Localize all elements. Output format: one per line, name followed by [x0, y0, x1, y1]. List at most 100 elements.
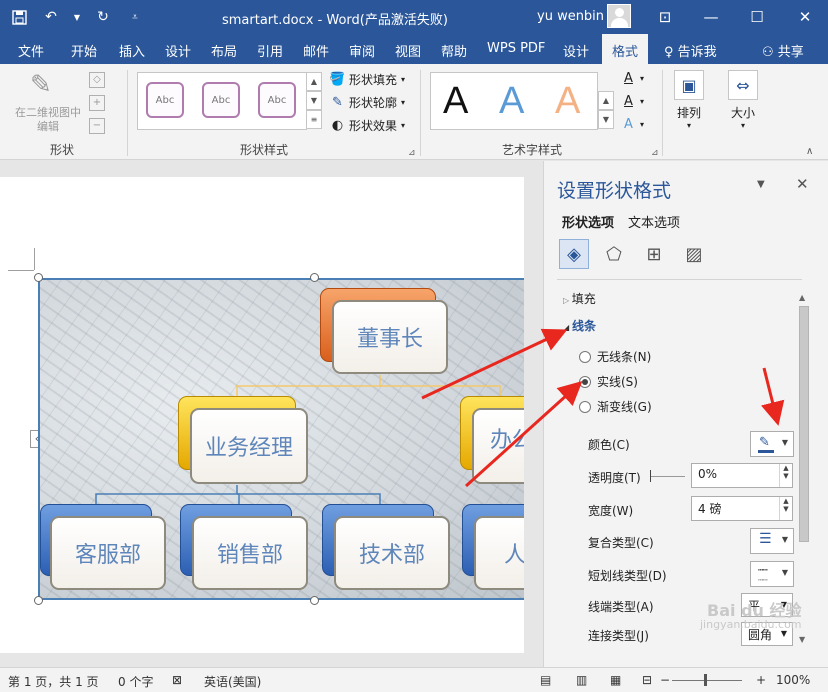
tab-insert[interactable]: 插入: [119, 41, 145, 60]
text-outline-button[interactable]: A ▾: [621, 94, 644, 109]
pane-close-icon[interactable]: ✕: [796, 175, 809, 193]
tab-home[interactable]: 开始: [71, 41, 97, 60]
arrange-button[interactable]: ▣ 排列 ▾: [673, 70, 705, 130]
radio-gradient-line[interactable]: 渐变线(G): [579, 398, 652, 415]
shape-fill-button[interactable]: 🪣 形状填充 ▾: [329, 71, 405, 88]
picture-icon[interactable]: ▨: [679, 239, 709, 269]
zoom-slider-thumb[interactable]: [704, 674, 707, 686]
radio-solid-line[interactable]: 实线(S): [579, 373, 638, 390]
tab-references[interactable]: 引用: [257, 41, 283, 60]
node-office[interactable]: 办公: [472, 408, 524, 484]
undo-icon[interactable]: ↶: [40, 6, 62, 28]
node-chairman[interactable]: 董事长: [332, 300, 448, 374]
tab-file[interactable]: 文件: [18, 41, 44, 60]
tab-review[interactable]: 审阅: [349, 41, 375, 60]
node-technology[interactable]: 技术部: [334, 516, 450, 590]
node-business-manager[interactable]: 业务经理: [190, 408, 308, 484]
radio-no-line[interactable]: 无线条(N): [579, 348, 651, 365]
tell-me[interactable]: ♀ 告诉我: [664, 41, 717, 60]
wordart-style-black[interactable]: A: [443, 78, 468, 124]
compound-type-label: 复合类型(C): [588, 536, 654, 550]
tab-mailings[interactable]: 邮件: [303, 41, 329, 60]
gallery-scroll-down[interactable]: ▼: [306, 91, 322, 110]
page-count[interactable]: 第 1 页，共 1 页: [8, 673, 99, 690]
user-name[interactable]: yu wenbin: [537, 9, 604, 24]
resize-handle[interactable]: [34, 273, 43, 282]
pane-options-icon[interactable]: ▼: [757, 179, 765, 190]
read-mode-icon[interactable]: ▥: [576, 673, 587, 687]
close-window-icon[interactable]: ✕: [782, 0, 828, 34]
language[interactable]: 英语(美国): [204, 673, 261, 690]
shape-styles-launcher-icon[interactable]: ⊿: [408, 148, 416, 158]
shape-style-1[interactable]: Abc: [146, 82, 184, 118]
share-button[interactable]: ⚇ 共享: [762, 41, 804, 60]
zoom-slider[interactable]: [672, 680, 742, 681]
shape-outline-button[interactable]: ✎ 形状轮廓 ▾: [330, 94, 405, 111]
shape-effects-button[interactable]: ◐ 形状效果 ▾: [330, 117, 405, 134]
size-button[interactable]: ⇔ 大小 ▾: [727, 70, 759, 130]
redo-icon[interactable]: ↻: [92, 6, 114, 28]
pane-scrollbar[interactable]: ▲ ▼: [796, 291, 812, 649]
wordart-style-blue[interactable]: A: [499, 78, 524, 124]
resize-handle[interactable]: [310, 273, 319, 282]
tab-wps-pdf[interactable]: WPS PDF: [487, 41, 545, 56]
outline-color-button[interactable]: ✎ ▼: [750, 431, 794, 457]
tell-me-label: 告诉我: [677, 45, 717, 60]
node-customer-service[interactable]: 客服部: [50, 516, 166, 590]
tab-text-options[interactable]: 文本选项: [628, 212, 680, 231]
spinner-icon[interactable]: ▲ ▼: [779, 464, 792, 487]
transparency-slider[interactable]: [651, 476, 685, 477]
proofing-icon[interactable]: ⊠: [172, 673, 182, 687]
tab-view[interactable]: 视图: [395, 41, 421, 60]
transparency-input[interactable]: 0% ▲ ▼: [691, 463, 793, 488]
zoom-out-icon[interactable]: −: [660, 673, 670, 687]
section-line[interactable]: ◢ 线条: [563, 317, 596, 334]
zoom-level[interactable]: 100%: [776, 673, 810, 687]
save-icon[interactable]: [8, 6, 30, 28]
scroll-down-icon[interactable]: ▼: [799, 635, 805, 644]
tab-help[interactable]: 帮助: [441, 41, 467, 60]
smartart-graphic[interactable]: 董事长 业务经理 办公 客服部 销售部 技术部 人: [38, 278, 524, 600]
spinner-icon[interactable]: ▲ ▼: [779, 497, 792, 520]
shape-style-3[interactable]: Abc: [258, 82, 296, 118]
focus-mode-icon[interactable]: ▤: [540, 673, 551, 687]
width-input[interactable]: 4 磅 ▲ ▼: [691, 496, 793, 521]
effects-pentagon-icon[interactable]: ⬠: [599, 239, 629, 269]
tab-layout[interactable]: 布局: [211, 41, 237, 60]
print-layout-icon[interactable]: ▦: [610, 673, 621, 687]
maximize-icon[interactable]: ☐: [734, 0, 780, 34]
shape-style-2[interactable]: Abc: [202, 82, 240, 118]
wordart-style-orange[interactable]: A: [555, 78, 580, 124]
node-sales[interactable]: 销售部: [192, 516, 308, 590]
compound-type-dropdown[interactable]: ☰ ▼: [750, 528, 794, 554]
tab-format[interactable]: 格式: [602, 34, 649, 64]
undo-dropdown-icon[interactable]: ▼: [72, 6, 82, 28]
text-fill-button[interactable]: A ▾: [621, 71, 644, 86]
avatar[interactable]: [607, 4, 631, 28]
web-layout-icon[interactable]: ⊟: [642, 673, 652, 687]
ribbon-display-options-icon[interactable]: ⊡: [642, 0, 688, 34]
gallery-scroll-up[interactable]: ▲: [306, 72, 322, 91]
node-hr[interactable]: 人: [474, 516, 524, 590]
size-properties-icon[interactable]: ⊞: [639, 239, 669, 269]
zoom-in-icon[interactable]: +: [756, 673, 766, 687]
wordart-launcher-icon[interactable]: ⊿: [651, 148, 659, 158]
resize-handle[interactable]: [310, 596, 319, 605]
tab-design[interactable]: 设计: [165, 41, 191, 60]
dash-type-dropdown[interactable]: ┅┅ ┄┄ ▼: [750, 561, 794, 587]
customize-qat-icon[interactable]: ⩡: [124, 6, 146, 28]
word-count[interactable]: 0 个字: [118, 673, 153, 690]
gallery-more[interactable]: ≡: [306, 110, 322, 129]
fill-line-icon[interactable]: ◈: [559, 239, 589, 269]
section-fill[interactable]: ▷ 填充: [563, 290, 596, 307]
collapse-ribbon-icon[interactable]: ∧: [806, 146, 813, 157]
minimize-icon[interactable]: —: [688, 0, 734, 34]
tab-smartart-design[interactable]: 设计: [563, 41, 589, 60]
tab-shape-options[interactable]: 形状选项: [562, 212, 614, 231]
scroll-up-icon[interactable]: ▲: [799, 293, 805, 302]
wordart-scroll-down[interactable]: ▼: [598, 110, 614, 129]
scroll-thumb[interactable]: [799, 306, 809, 542]
wordart-scroll-up[interactable]: ▲: [598, 91, 614, 110]
text-effects-button[interactable]: A ▾: [621, 117, 644, 132]
resize-handle[interactable]: [34, 596, 43, 605]
